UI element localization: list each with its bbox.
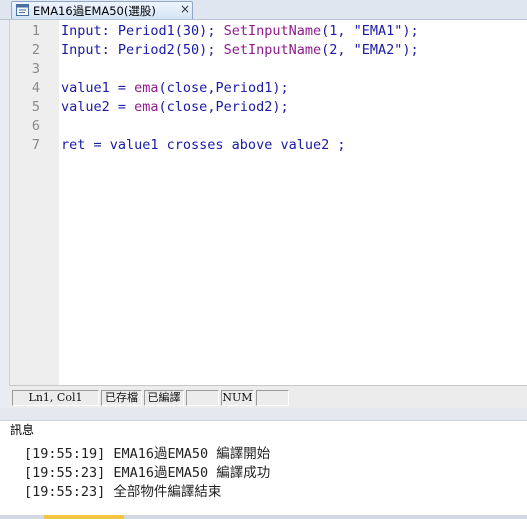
output-message: [19:55:19] EMA16過EMA50 編譯開始 (24, 446, 271, 462)
code-function: SetInputName (223, 23, 322, 39)
output-panel-header: 訊息 (0, 420, 527, 439)
line-number: 4 (31, 80, 40, 96)
code-keyword: Input: (61, 42, 110, 58)
code-string: "EMA2" (353, 42, 403, 58)
code-line-2: Input: Period2(50); SetInputName(2, "EMA… (61, 42, 419, 58)
compiled-status: 已編譯 (144, 390, 184, 406)
tab-close-icon[interactable]: × (180, 2, 190, 16)
document-tab-strip: EMA16過EMA50(選股) × (0, 0, 527, 20)
code-text: value2 = (61, 99, 135, 115)
script-file-icon (16, 4, 29, 16)
line-number: 2 (31, 42, 40, 58)
code-text: (2, (321, 42, 354, 58)
line-number: 5 (31, 99, 40, 115)
code-string: "EMA1" (353, 23, 403, 39)
code-function: ema (134, 80, 159, 96)
saved-status: 已存檔 (101, 390, 142, 406)
code-text: (close,Period1); (158, 80, 289, 96)
num-lock-indicator: NUM (221, 390, 254, 406)
cursor-position: Ln1, Col1 (12, 390, 99, 406)
code-line-7: ret = value1 crosses above value2 ; (61, 137, 345, 153)
line-number: 1 (31, 23, 40, 39)
code-text: (close,Period2); (158, 99, 289, 115)
tab-title: EMA16過EMA50(選股) (33, 4, 156, 18)
code-text: ret = value1 crosses above value2 ; (61, 137, 346, 153)
code-function: ema (134, 99, 159, 115)
code-line-1: Input: Period1(30); SetInputName(1, "EMA… (61, 23, 419, 39)
active-bottom-tab[interactable] (44, 515, 124, 519)
code-function: SetInputName (223, 42, 322, 58)
output-message: [19:55:23] 全部物件編譯結束 (24, 484, 222, 500)
output-message: [19:55:23] EMA16過EMA50 編譯成功 (24, 465, 271, 481)
line-number: 6 (31, 118, 40, 134)
document-tab[interactable]: EMA16過EMA50(選股) × (11, 1, 193, 19)
status-pane-blank (186, 390, 219, 406)
code-line-4: value1 = ema(close,Period1); (61, 80, 289, 96)
line-number: 7 (31, 137, 40, 153)
output-messages: [19:55:19] EMA16過EMA50 編譯開始 [19:55:23] E… (0, 438, 527, 516)
code-editor[interactable]: 1 2 3 4 5 6 7 Input: Period1(30); SetInp… (9, 20, 527, 385)
code-text: Period2(50); (109, 42, 224, 58)
line-number-gutter: 1 2 3 4 5 6 7 (10, 20, 59, 385)
code-line-5: value2 = ema(close,Period2); (61, 99, 289, 115)
bottom-tab-strip (0, 515, 527, 519)
output-panel-title: 訊息 (10, 423, 35, 437)
panel-splitter[interactable] (0, 408, 527, 420)
line-number: 3 (31, 61, 40, 77)
status-pane-blank (256, 390, 289, 406)
status-bar: Ln1, Col1 已存檔 已編譯 NUM (9, 385, 527, 408)
code-text: (1, (321, 23, 354, 39)
code-keyword: Input: (61, 23, 110, 39)
code-text: ); (402, 42, 419, 58)
code-text: ); (402, 23, 419, 39)
code-text: Period1(30); (109, 23, 224, 39)
code-text: value1 = (61, 80, 135, 96)
